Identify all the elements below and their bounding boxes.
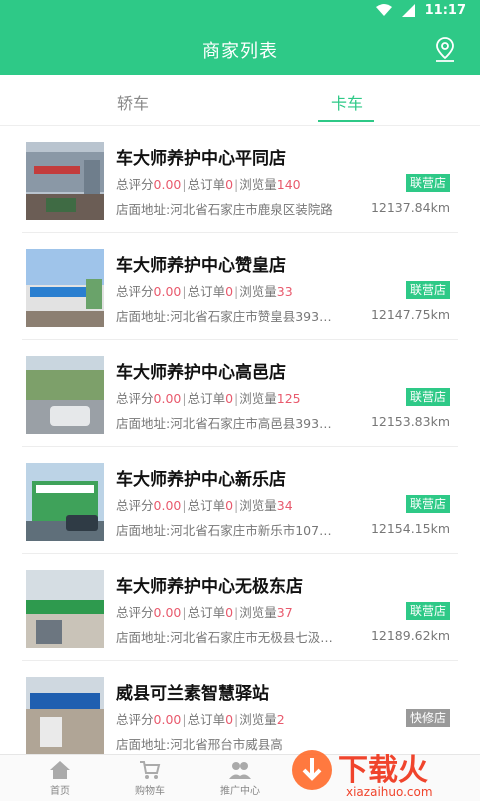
nav-home-label: 首页 [50, 786, 70, 797]
store-address: 店面地址:河北省石家庄市新乐市107… [116, 523, 332, 538]
store-name: 车大师养护中心新乐店 [116, 470, 286, 490]
status-bar: 11:17 [0, 0, 480, 24]
store-stats: 总评分0.00|总订单0|浏览量34 [116, 498, 293, 513]
orders-value: 0 [225, 605, 234, 620]
cart-icon [140, 761, 161, 779]
store-distance: 12189.62km [370, 628, 450, 643]
store-type-badge: 联营店 [405, 495, 450, 513]
store-address: 店面地址:河北省石家庄市高邑县393… [116, 416, 332, 431]
orders-value: 0 [225, 498, 234, 513]
store-name: 车大师养护中心高邑店 [116, 363, 286, 383]
store-name: 车大师养护中心平同店 [116, 149, 286, 169]
store-photo [26, 677, 104, 755]
vehicle-tabs: 轿车 卡车 [0, 75, 480, 126]
store-name: 车大师养护中心赞皇店 [116, 256, 286, 276]
store-distance: 12154.15km [370, 521, 450, 536]
store-photo [26, 570, 104, 648]
store-stats: 总评分0.00|总订单0|浏览量2 [116, 712, 285, 727]
people-icon [229, 762, 251, 779]
views-value: 140 [276, 177, 301, 192]
page-title: 商家列表 [202, 41, 278, 62]
rating-value: 0.00 [153, 605, 182, 620]
store-name: 车大师养护中心无极东店 [116, 577, 303, 597]
status-time: 11:17 [424, 3, 466, 18]
store-item[interactable]: 车大师养护中心平同店 总评分0.00|总订单0|浏览量140 店面地址:河北省石… [22, 126, 458, 233]
tab-truck[interactable]: 卡车 [331, 90, 363, 114]
store-stats: 总评分0.00|总订单0|浏览量37 [116, 605, 293, 620]
store-item[interactable]: 车大师养护中心赞皇店 总评分0.00|总订单0|浏览量33 店面地址:河北省石家… [22, 233, 458, 340]
tab-car[interactable]: 轿车 [117, 90, 149, 114]
views-value: 125 [276, 391, 301, 406]
store-list: 车大师养护中心平同店 总评分0.00|总订单0|浏览量140 店面地址:河北省石… [0, 126, 480, 768]
store-type-badge: 联营店 [405, 174, 450, 192]
store-photo [26, 463, 104, 541]
store-photo [26, 142, 104, 220]
active-tab-indicator [318, 120, 374, 122]
location-pin-icon [436, 37, 454, 62]
store-stats: 总评分0.00|总订单0|浏览量33 [116, 284, 293, 299]
store-name: 威县可兰素智慧驿站 [116, 684, 269, 704]
watermark-site-text: xiazaihuo.com [346, 785, 433, 799]
store-stats: 总评分0.00|总订单0|浏览量125 [116, 391, 301, 406]
store-item[interactable]: 车大师养护中心无极东店 总评分0.00|总订单0|浏览量37 店面地址:河北省石… [22, 554, 458, 661]
orders-value: 0 [225, 284, 234, 299]
store-item[interactable]: 车大师养护中心高邑店 总评分0.00|总订单0|浏览量125 店面地址:河北省石… [22, 340, 458, 447]
store-photo [26, 249, 104, 327]
orders-value: 0 [225, 177, 234, 192]
rating-value: 0.00 [153, 498, 182, 513]
store-type-badge: 联营店 [405, 388, 450, 406]
store-distance: 12153.83km [370, 414, 450, 429]
store-address: 店面地址:河北省石家庄市赞皇县393… [116, 309, 332, 324]
store-address: 店面地址:河北省石家庄市鹿泉区装院路 [116, 202, 333, 217]
home-icon [50, 761, 70, 779]
rating-value: 0.00 [153, 712, 182, 727]
store-type-badge: 快修店 [405, 709, 450, 727]
store-type-badge: 联营店 [405, 281, 450, 299]
rating-value: 0.00 [153, 284, 182, 299]
orders-value: 0 [225, 712, 234, 727]
nav-cart[interactable]: 购物车 [120, 759, 180, 797]
nav-home[interactable]: 首页 [30, 759, 90, 797]
store-distance: 12147.75km [370, 307, 450, 322]
app-header: 商家列表 [0, 24, 480, 75]
watermark-logo: 下载火 xiazaihuo.com [284, 736, 480, 800]
rating-value: 0.00 [153, 177, 182, 192]
nav-promotion[interactable]: 推广中心 [210, 759, 270, 797]
views-value: 33 [276, 284, 293, 299]
store-distance: 12137.84km [370, 200, 450, 215]
store-photo [26, 356, 104, 434]
views-value: 2 [276, 712, 285, 727]
rating-value: 0.00 [153, 391, 182, 406]
views-value: 34 [276, 498, 293, 513]
nav-promotion-label: 推广中心 [220, 786, 260, 797]
views-value: 37 [276, 605, 293, 620]
orders-value: 0 [225, 391, 234, 406]
wifi-icon [375, 4, 392, 16]
watermark-logo-text: 下载火 [338, 753, 428, 788]
store-item[interactable]: 车大师养护中心新乐店 总评分0.00|总订单0|浏览量34 店面地址:河北省石家… [22, 447, 458, 554]
store-stats: 总评分0.00|总订单0|浏览量140 [116, 177, 301, 192]
signal-icon [401, 4, 415, 17]
store-type-badge: 联营店 [405, 602, 450, 620]
nav-cart-label: 购物车 [135, 786, 165, 797]
store-address: 店面地址:河北省石家庄市无极县七汲… [116, 630, 333, 645]
location-button[interactable] [432, 36, 458, 64]
